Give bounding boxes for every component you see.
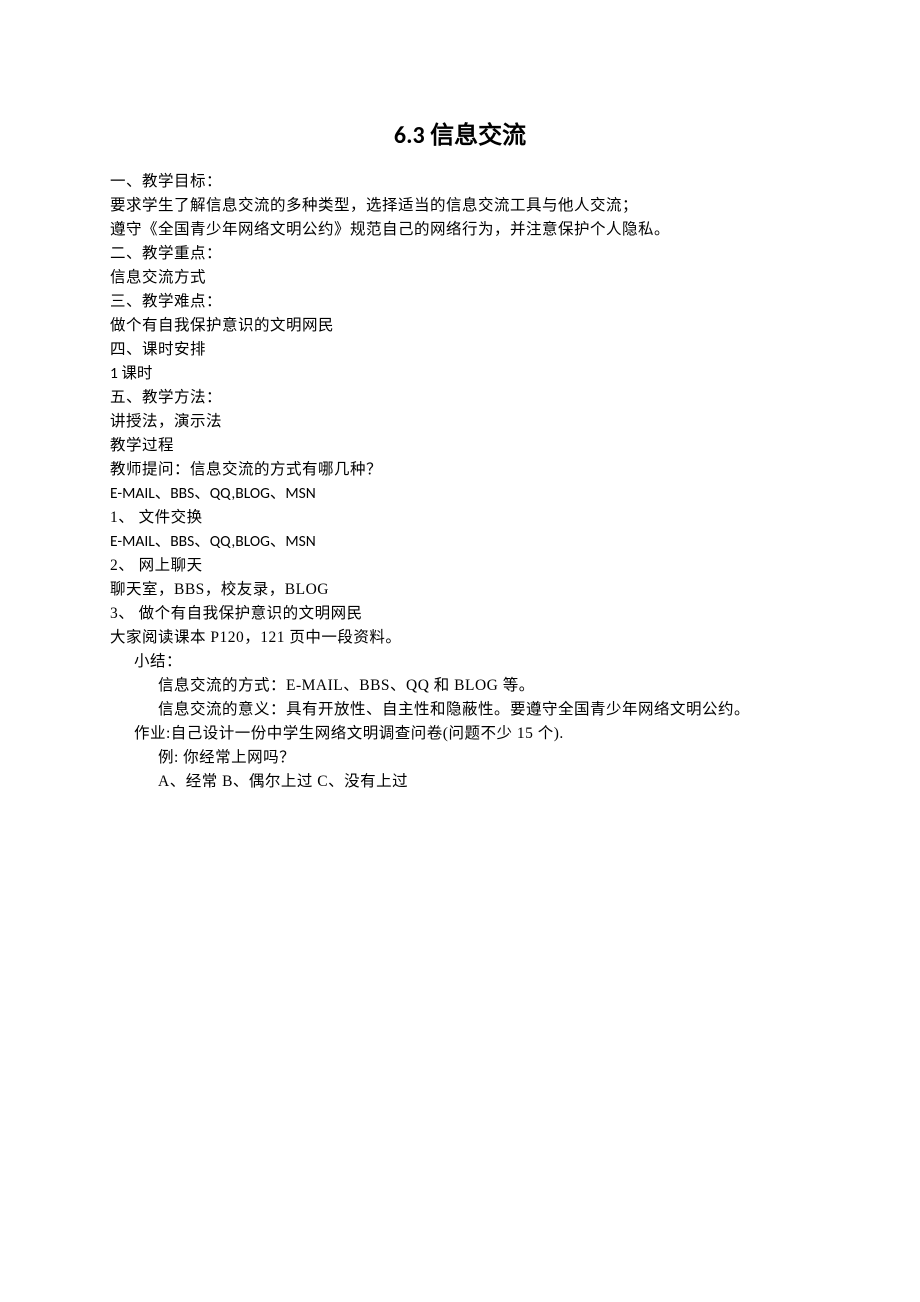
section-heading-4: 四、课时安排 [110, 338, 810, 362]
section-heading-3: 三、教学难点： [110, 290, 810, 314]
list-item: 3、 做个有自我保护意识的文明网民 [110, 602, 810, 626]
body-text: 要求学生了解信息交流的多种类型，选择适当的信息交流工具与他人交流； [110, 194, 810, 218]
body-text: 遵守《全国青少年网络文明公约》规范自己的网络行为，并注意保护个人隐私。 [110, 218, 810, 242]
assignment-text: 作业:自己设计一份中学生网络文明调查问卷(问题不少 15 个). [110, 722, 810, 746]
body-text: A、经常 B、偶尔上过 C、没有上过 [110, 770, 810, 794]
body-text: 信息交流的方式：E-MAIL、BBS、QQ 和 BLOG 等。 [110, 674, 810, 698]
document-title: 6.3 信息交流 [110, 115, 810, 150]
body-text: 做个有自我保护意识的文明网民 [110, 314, 810, 338]
body-text: 信息交流的意义：具有开放性、自主性和隐蔽性。要遵守全国青少年网络文明公约。 [110, 698, 810, 722]
body-text: E-MAIL、BBS、QQ,BLOG、MSN [110, 482, 810, 506]
body-text: 信息交流方式 [110, 266, 810, 290]
body-text: 聊天室，BBS，校友录，BLOG [110, 578, 810, 602]
body-text: 1 课时 [110, 362, 810, 386]
body-text: 讲授法，演示法 [110, 410, 810, 434]
list-item: 2、 网上聊天 [110, 554, 810, 578]
body-text: 大家阅读课本 P120，121 页中一段资料。 [110, 626, 810, 650]
body-text: 例: 你经常上网吗？ [110, 746, 810, 770]
summary-heading: 小结： [110, 650, 810, 674]
list-item: 1、 文件交换 [110, 506, 810, 530]
section-heading-1: 一、教学目标： [110, 170, 810, 194]
section-heading-2: 二、教学重点： [110, 242, 810, 266]
body-text: E-MAIL、BBS、QQ,BLOG、MSN [110, 530, 810, 554]
body-text: 教学过程 [110, 434, 810, 458]
section-heading-5: 五、教学方法： [110, 386, 810, 410]
body-text: 教师提问：信息交流的方式有哪几种？ [110, 458, 810, 482]
